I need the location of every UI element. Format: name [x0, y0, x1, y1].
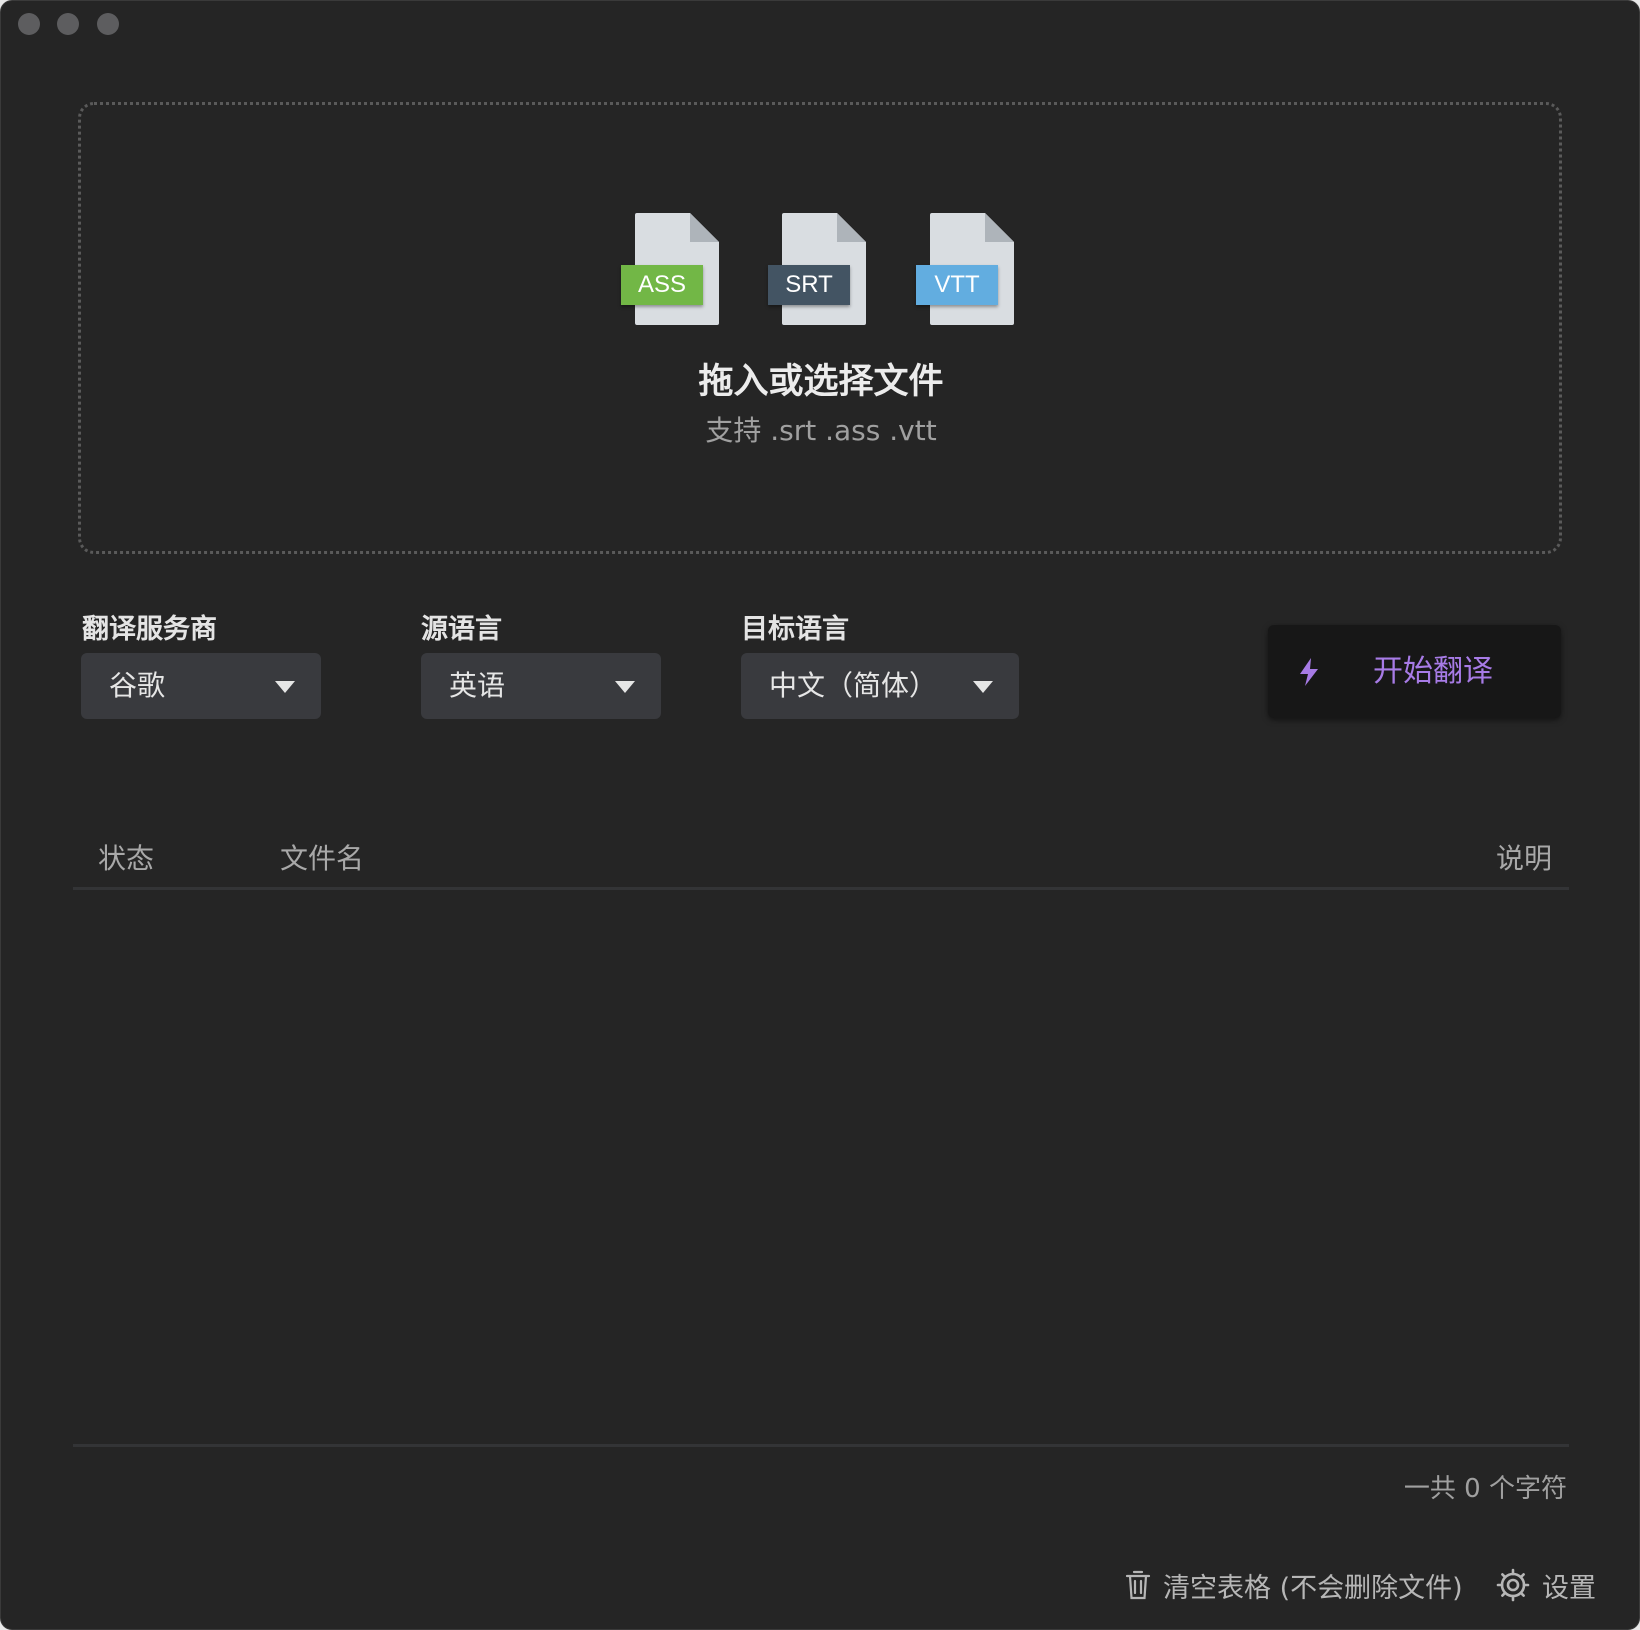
start-translate-button[interactable]: 开始翻译 [1268, 625, 1561, 718]
srt-tag: SRT [768, 265, 850, 305]
chevron-down-icon [615, 681, 635, 693]
trash-icon [1125, 1570, 1151, 1600]
char-count: 一共 0 个字符 [1403, 1474, 1567, 1504]
source-language-select[interactable]: 英语 [421, 653, 661, 719]
target-language-value: 中文（简体） [769, 669, 938, 702]
provider-value: 谷歌 [109, 669, 166, 702]
bolt-icon [1300, 658, 1318, 686]
target-language-label: 目标语言 [741, 614, 849, 645]
target-language-select[interactable]: 中文（简体） [741, 653, 1019, 719]
dropzone-title: 拖入或选择文件 [698, 362, 944, 402]
clear-table-button[interactable]: 清空表格 (不会删除文件) [1125, 1563, 1463, 1607]
chevron-down-icon [973, 681, 993, 693]
file-dropzone[interactable] [78, 102, 1562, 554]
gear-icon [1496, 1568, 1530, 1602]
vtt-tag: VTT [916, 265, 998, 305]
start-translate-label: 开始翻译 [1373, 654, 1493, 689]
app-window: ASS SRT VTT 拖入或选择文件 支持 .srt .ass .vtt 翻译… [0, 0, 1640, 1630]
clear-table-label: 清空表格 (不会删除文件) [1163, 1572, 1463, 1604]
ass-file-icon: ASS [621, 213, 719, 325]
table-bottom-divider [73, 1444, 1569, 1447]
settings-label: 设置 [1542, 1572, 1596, 1604]
minimize-window-button[interactable] [57, 13, 79, 35]
ass-tag: ASS [621, 265, 703, 305]
column-header-filename: 文件名 [280, 842, 365, 875]
provider-label: 翻译服务商 [82, 614, 217, 645]
vtt-file-icon: VTT [916, 213, 1014, 325]
column-header-note: 说明 [1496, 842, 1553, 875]
table-header-divider [73, 887, 1569, 890]
column-header-status: 状态 [98, 842, 155, 875]
zoom-window-button[interactable] [97, 13, 119, 35]
srt-file-icon: SRT [768, 213, 866, 325]
chevron-down-icon [275, 681, 295, 693]
source-language-label: 源语言 [421, 614, 502, 645]
dropzone-subtitle: 支持 .srt .ass .vtt [705, 414, 937, 447]
settings-button[interactable]: 设置 [1496, 1563, 1596, 1607]
close-window-button[interactable] [18, 13, 40, 35]
provider-select[interactable]: 谷歌 [81, 653, 321, 719]
source-language-value: 英语 [449, 669, 506, 702]
